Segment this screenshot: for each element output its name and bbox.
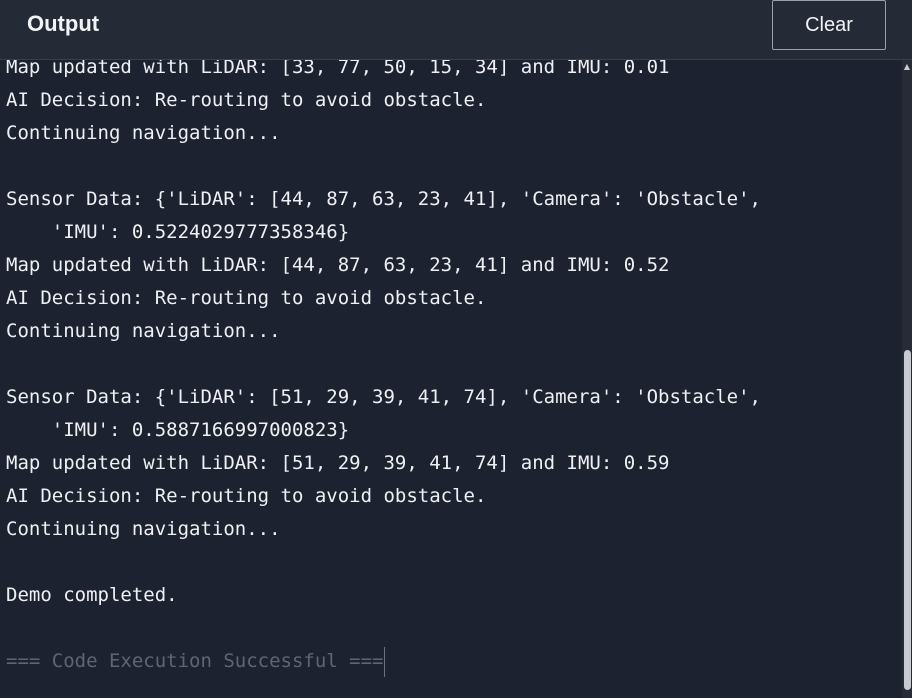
output-panel: Output Clear Map updated with LiDAR: [33… xyxy=(0,0,912,698)
console-line: Map updated with LiDAR: [51, 29, 39, 41,… xyxy=(6,452,670,474)
execution-status-line: === Code Execution Successful === xyxy=(6,645,761,678)
console-line: Map updated with LiDAR: [44, 87, 63, 23,… xyxy=(6,254,670,276)
console-output: Map updated with LiDAR: [33, 77, 50, 15,… xyxy=(0,60,900,698)
console-line: Sensor Data: {'LiDAR': [44, 87, 63, 23, … xyxy=(6,188,761,210)
console-line: Continuing navigation... xyxy=(6,122,281,144)
clear-button[interactable]: Clear xyxy=(772,0,886,50)
console-line: Sensor Data: {'LiDAR': [51, 29, 39, 41, … xyxy=(6,386,761,408)
console-line: 'IMU': 0.5887166997000823} xyxy=(6,419,350,441)
console-line: AI Decision: Re-routing to avoid obstacl… xyxy=(6,287,487,309)
console-line: Continuing navigation... xyxy=(6,320,281,342)
console-line: AI Decision: Re-routing to avoid obstacl… xyxy=(6,89,487,111)
console-line: Map updated with LiDAR: [33, 77, 50, 15,… xyxy=(6,60,670,78)
execution-status-text: === Code Execution Successful === xyxy=(6,650,384,672)
vertical-scrollbar[interactable]: ▲ xyxy=(902,60,912,698)
output-header: Output Clear xyxy=(0,0,912,60)
console-lines: Map updated with LiDAR: [33, 77, 50, 15,… xyxy=(6,60,761,678)
console-line: 'IMU': 0.5224029777358346} xyxy=(6,221,350,243)
console-line: Continuing navigation... xyxy=(6,518,281,540)
scroll-thumb[interactable] xyxy=(904,350,911,690)
text-cursor xyxy=(383,646,385,677)
console-line: AI Decision: Re-routing to avoid obstacl… xyxy=(6,485,487,507)
console-line: Demo completed. xyxy=(6,584,178,606)
panel-title: Output xyxy=(27,11,100,36)
scroll-up-icon[interactable]: ▲ xyxy=(902,60,912,74)
